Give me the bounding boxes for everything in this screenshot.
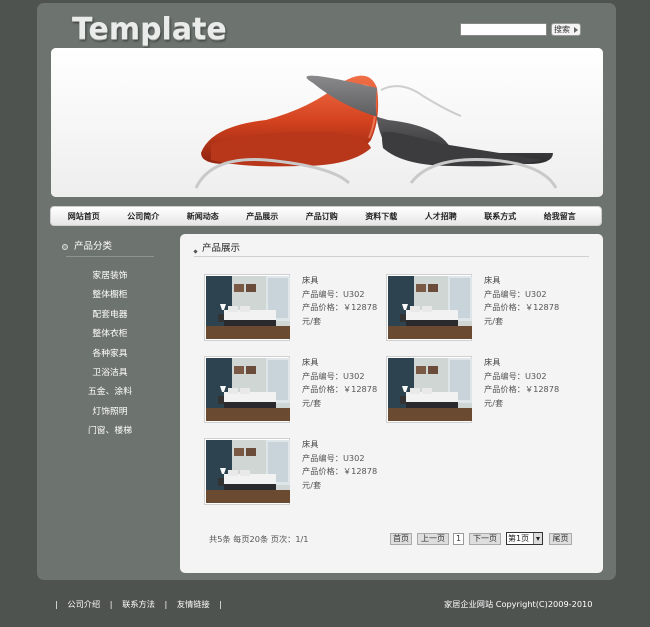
diamond-icon <box>193 249 198 254</box>
product-card[interactable]: 床具 产品编号：U302 产品价格：￥12878 元/套 <box>204 356 379 426</box>
product-card[interactable]: 床具 产品编号：U302 产品价格：￥12878 元/套 <box>386 356 561 426</box>
pager-info: 共5条 每页20条 页次：1/1 <box>209 534 309 544</box>
copyright-text: 家居企业网站 Copyright(C)2009-2010 <box>444 599 593 609</box>
product-info: 床具 产品编号：U302 产品价格：￥12878 元/套 <box>302 438 382 492</box>
prev-page-button[interactable]: 上一页 <box>417 533 449 545</box>
nav-item-about[interactable]: 公司简介 <box>114 211 174 222</box>
product-code: 产品编号：U302 <box>484 370 547 381</box>
nav-item-downloads[interactable]: 资料下载 <box>352 211 412 222</box>
product-card[interactable]: 床具 产品编号：U302 产品价格：￥12878 元/套 <box>204 438 379 508</box>
footer-separator: | <box>55 599 58 609</box>
bedroom-photo <box>206 276 290 339</box>
product-info: 床具 产品编号：U302 产品价格：￥12878 元/套 <box>302 356 382 410</box>
nav-item-home[interactable]: 网站首页 <box>54 211 114 222</box>
product-code: 产品编号：U302 <box>484 288 547 299</box>
sidebar-title: 产品分类 <box>62 238 172 252</box>
bedroom-photo <box>388 358 472 421</box>
category-list: 家居装饰 整体橱柜 配套电器 整体衣柜 各种家具 卫浴洁具 五金、涂料 灯饰照明… <box>66 268 154 443</box>
category-item[interactable]: 灯饰照明 <box>66 404 154 423</box>
sidebar-title-label: 产品分类 <box>74 241 113 252</box>
main-nav: 网站首页 公司简介 新闻动态 产品展示 产品订购 资料下载 人才招聘 联系方式 … <box>50 206 602 226</box>
product-name[interactable]: 床具 <box>302 356 382 370</box>
footer-separator: | <box>164 599 168 609</box>
product-thumbnail[interactable] <box>204 438 290 505</box>
product-unit: 元/套 <box>302 315 322 326</box>
search-button-label: 搜索 <box>554 25 570 34</box>
product-price: 产品价格：￥12878 <box>302 384 378 394</box>
product-unit: 元/套 <box>302 397 322 408</box>
product-thumbnail[interactable] <box>386 356 472 423</box>
footer-separator: | <box>109 599 113 609</box>
product-info: 床具 产品编号：U302 产品价格：￥12878 元/套 <box>484 274 564 328</box>
page-select[interactable]: 第1页 <box>506 532 543 545</box>
footer-link-friends[interactable]: 友情链接 <box>177 599 210 609</box>
product-name[interactable]: 床具 <box>484 274 564 288</box>
category-item[interactable]: 整体衣柜 <box>66 326 154 345</box>
nav-item-order[interactable]: 产品订购 <box>292 211 352 222</box>
product-card[interactable]: 床具 产品编号：U302 产品价格：￥12878 元/套 <box>386 274 561 344</box>
sidebar-divider <box>66 256 154 257</box>
search-input[interactable] <box>460 23 547 36</box>
product-code: 产品编号：U302 <box>302 370 365 381</box>
page-select-value: 第1页 <box>508 534 530 543</box>
nav-item-guestbook[interactable]: 给我留言 <box>530 211 590 222</box>
arrow-right-icon <box>574 27 578 33</box>
product-panel: 产品展示 床具 产品编号：U302 产品价格：￥12878 元/套 床具 产品编号：U30… <box>180 234 603 573</box>
nav-item-jobs[interactable]: 人才招聘 <box>411 211 471 222</box>
category-item[interactable]: 家居装饰 <box>66 268 154 287</box>
bedroom-photo <box>206 440 290 503</box>
product-card[interactable]: 床具 产品编号：U302 产品价格：￥12878 元/套 <box>204 274 379 344</box>
chevron-down-icon <box>533 533 542 544</box>
panel-title: 产品展示 <box>193 240 241 254</box>
sofa-illustration <box>51 48 603 197</box>
footer-separator: | <box>219 599 223 609</box>
product-info: 床具 产品编号：U302 产品价格：￥12878 元/套 <box>484 356 564 410</box>
product-price: 产品价格：￥12878 <box>484 384 560 394</box>
panel-divider <box>194 256 589 257</box>
first-page-button[interactable]: 首页 <box>390 533 412 545</box>
footer-link-contact[interactable]: 联系方法 <box>122 599 155 609</box>
product-name[interactable]: 床具 <box>302 274 382 288</box>
category-item[interactable]: 整体橱柜 <box>66 287 154 306</box>
product-thumbnail[interactable] <box>204 274 290 341</box>
nav-item-products[interactable]: 产品展示 <box>233 211 293 222</box>
nav-item-contact[interactable]: 联系方式 <box>471 211 531 222</box>
product-name[interactable]: 床具 <box>302 438 382 452</box>
bedroom-photo <box>206 358 290 421</box>
next-page-button[interactable]: 下一页 <box>469 533 501 545</box>
product-info: 床具 产品编号：U302 产品价格：￥12878 元/套 <box>302 274 382 328</box>
last-page-button[interactable]: 尾页 <box>549 533 572 545</box>
category-item[interactable]: 配套电器 <box>66 307 154 326</box>
product-unit: 元/套 <box>484 397 504 408</box>
product-thumbnail[interactable] <box>204 356 290 423</box>
banner-image <box>51 48 603 197</box>
product-price: 产品价格：￥12878 <box>302 302 378 312</box>
current-page-number[interactable]: 1 <box>453 533 464 545</box>
product-code: 产品编号：U302 <box>302 452 365 463</box>
search-button[interactable]: 搜索 <box>551 23 581 36</box>
product-price: 产品价格：￥12878 <box>484 302 560 312</box>
category-item[interactable]: 五金、涂料 <box>66 384 154 403</box>
panel-title-label: 产品展示 <box>202 243 241 254</box>
bedroom-photo <box>388 276 472 339</box>
category-item[interactable]: 各种家具 <box>66 346 154 365</box>
footer-link-about[interactable]: 公司介绍 <box>67 599 100 609</box>
category-item[interactable]: 卫浴洁具 <box>66 365 154 384</box>
category-item[interactable]: 门窗、楼梯 <box>66 423 154 442</box>
footer-links: | 公司介绍 | 联系方法 | 友情链接 | <box>55 598 229 610</box>
product-unit: 元/套 <box>302 479 322 490</box>
product-name[interactable]: 床具 <box>484 356 564 370</box>
bullet-icon <box>62 243 68 250</box>
site-logo[interactable]: Template <box>72 12 227 47</box>
product-code: 产品编号：U302 <box>302 288 365 299</box>
product-price: 产品价格：￥12878 <box>302 466 378 476</box>
nav-item-news[interactable]: 新闻动态 <box>173 211 233 222</box>
product-thumbnail[interactable] <box>386 274 472 341</box>
product-unit: 元/套 <box>484 315 504 326</box>
